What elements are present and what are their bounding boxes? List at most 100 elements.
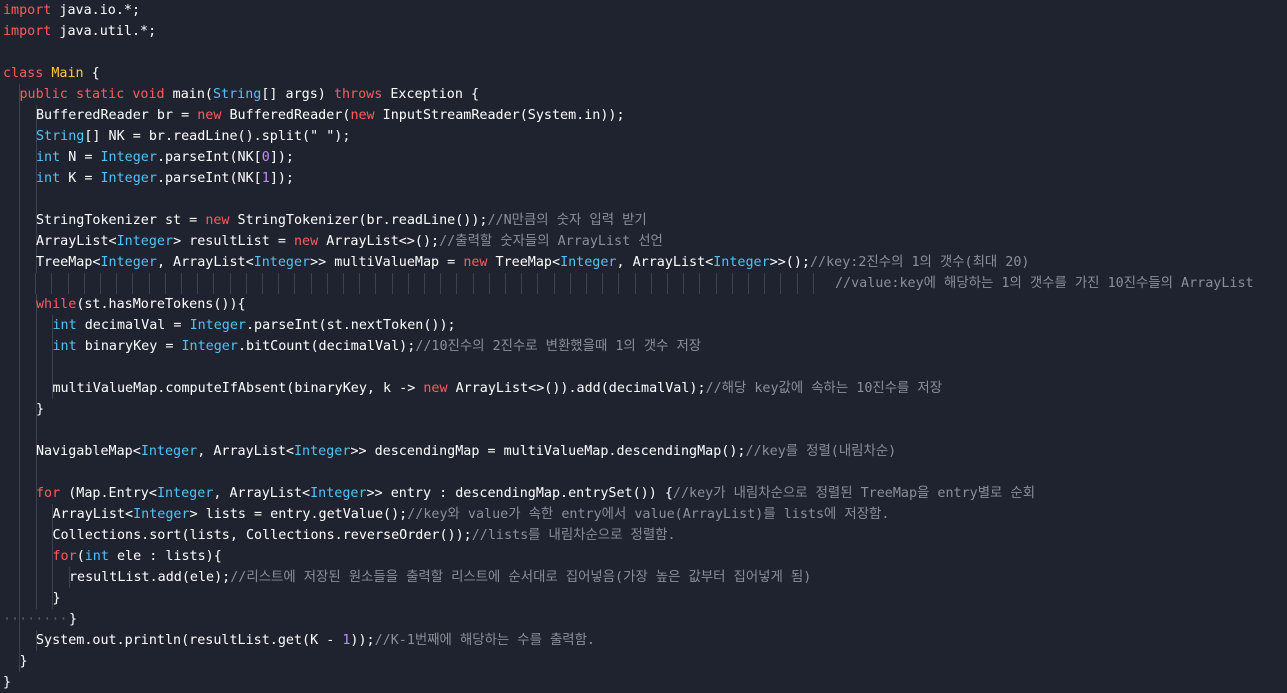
code-token: new — [423, 381, 448, 396]
code-line: public static void main(String[] args) t… — [20, 84, 480, 105]
code-token: throws — [333, 87, 383, 102]
indent-guide — [35, 462, 37, 483]
code-line: Collections.sort(lists, Collections.reve… — [53, 525, 676, 546]
indent-guide — [19, 252, 20, 273]
code-editor[interactable]: import java.io.*; import java.util.*; clas… — [0, 0, 1287, 691]
indent-guide — [51, 273, 53, 294]
code-line: System.out.println(resultList.get(K - 1)… — [36, 630, 595, 651]
code-line: import java.util.*; — [3, 21, 156, 42]
indent-guide — [456, 273, 458, 294]
indent-guide — [35, 588, 37, 609]
code-comment: //value:key에 해당하는 1의 갯수를 가진 10진수들의 Array… — [835, 276, 1254, 291]
indent-guide — [35, 273, 37, 294]
code-line: ArrayList<Integer> resultList = new Arra… — [36, 231, 663, 252]
indent-guide — [35, 525, 37, 546]
code-token: Integer — [253, 255, 311, 270]
code-token: >> entry : descendingMap.entrySet()) { — [366, 486, 673, 501]
code-token: > resultList = — [173, 234, 294, 249]
code-comment: //10진수의 2진수로 변환했을때 1의 갯수 저장 — [415, 339, 702, 354]
code-token: .bitCount(decimalVal); — [237, 339, 416, 354]
code-token: Integer — [133, 507, 190, 522]
code-token: } — [19, 654, 28, 669]
indent-guide — [116, 273, 118, 294]
code-token: BufferedReader br = — [36, 108, 198, 123]
indent-guide — [19, 525, 20, 546]
indent-guide — [278, 273, 280, 294]
code-token: decimalVal = — [76, 318, 190, 333]
code-token: Integer — [189, 318, 246, 333]
indent-guide — [19, 105, 20, 126]
indent-guide — [602, 273, 604, 294]
indent-guide — [715, 273, 717, 294]
indent-guide — [19, 546, 20, 567]
code-token: } — [36, 402, 45, 417]
code-comment: //출력할 숫자들의 ArrayList 선언 — [439, 234, 663, 249]
indent-guide — [229, 273, 231, 294]
indent-guide — [537, 273, 539, 294]
code-token: ArrayList<>(); — [318, 234, 440, 249]
code-token: , ArrayList< — [616, 255, 714, 270]
indent-guide — [764, 273, 766, 294]
code-token: , ArrayList< — [197, 444, 294, 459]
code-token: .parseInt(NK[ — [156, 171, 262, 186]
code-token: System.out.println(resultList.get(K - — [36, 633, 343, 648]
indent-guide — [391, 273, 393, 294]
code-line: ArrayList<Integer> lists = entry.getValu… — [53, 504, 890, 525]
indent-guide — [164, 273, 166, 294]
indent-guide — [553, 273, 555, 294]
code-token: Integer — [140, 444, 198, 459]
code-token: ( — [76, 549, 85, 564]
indent-guide — [19, 315, 20, 336]
code-token: int — [52, 339, 77, 354]
code-token: } — [3, 675, 12, 690]
code-token: StringTokenizer st = — [36, 213, 206, 228]
code-token: java.io.*; — [51, 3, 141, 18]
indent-guide — [19, 357, 20, 378]
code-token: for — [52, 549, 77, 564]
indent-guide — [35, 336, 37, 357]
code-token: ArrayList< — [52, 507, 134, 522]
code-token: new — [197, 108, 222, 123]
code-token: StringTokenizer(br.readLine()); — [229, 213, 488, 228]
indent-guide — [634, 273, 636, 294]
indent-guide — [569, 273, 571, 294]
indent-guide — [35, 357, 37, 378]
indent-guide — [586, 273, 587, 294]
code-token: java.util.*; — [51, 24, 157, 39]
indent-guide — [197, 273, 199, 294]
code-token: } — [52, 591, 61, 606]
indent-guide — [213, 273, 215, 294]
code-token: new — [350, 108, 375, 123]
indent-guide — [132, 273, 134, 294]
code-line: for (Map.Entry<Integer, ArrayList<Intege… — [36, 483, 1035, 504]
indent-guide — [440, 273, 442, 294]
code-token: K = — [60, 171, 101, 186]
indent-guide — [375, 273, 377, 294]
indent-guide — [310, 273, 312, 294]
indent-guide — [407, 273, 409, 294]
code-token: new — [294, 234, 319, 249]
code-token: [] args) — [261, 87, 334, 102]
indent-guide — [19, 168, 20, 189]
code-token: .parseInt(NK[ — [156, 150, 262, 165]
code-token: Integer — [560, 255, 617, 270]
code-comment: //key:2진수의 1의 갯수(최대 20) — [810, 255, 1030, 270]
code-token: int — [36, 150, 61, 165]
indent-guide — [19, 336, 20, 357]
indent-guide — [748, 273, 749, 294]
indent-guide — [181, 273, 182, 294]
code-token: .parseInt(st.nextToken()); — [246, 318, 456, 333]
code-token: BufferedReader( — [221, 108, 351, 123]
code-token: 0 — [261, 150, 270, 165]
code-token: int — [52, 318, 77, 333]
code-token: Integer — [100, 150, 157, 165]
indent-guide — [35, 378, 37, 399]
whitespace-marker: ········ — [3, 612, 68, 627]
code-token: Integer — [100, 255, 157, 270]
code-line: int decimalVal = Integer.parseInt(st.nex… — [53, 315, 456, 336]
code-comment: //N만큼의 숫자 입력 받기 — [487, 213, 647, 228]
indent-guide — [19, 504, 20, 525]
code-token: main( — [164, 87, 213, 102]
code-line: } — [53, 588, 61, 609]
code-line: int N = Integer.parseInt(NK[0]); — [36, 147, 294, 168]
